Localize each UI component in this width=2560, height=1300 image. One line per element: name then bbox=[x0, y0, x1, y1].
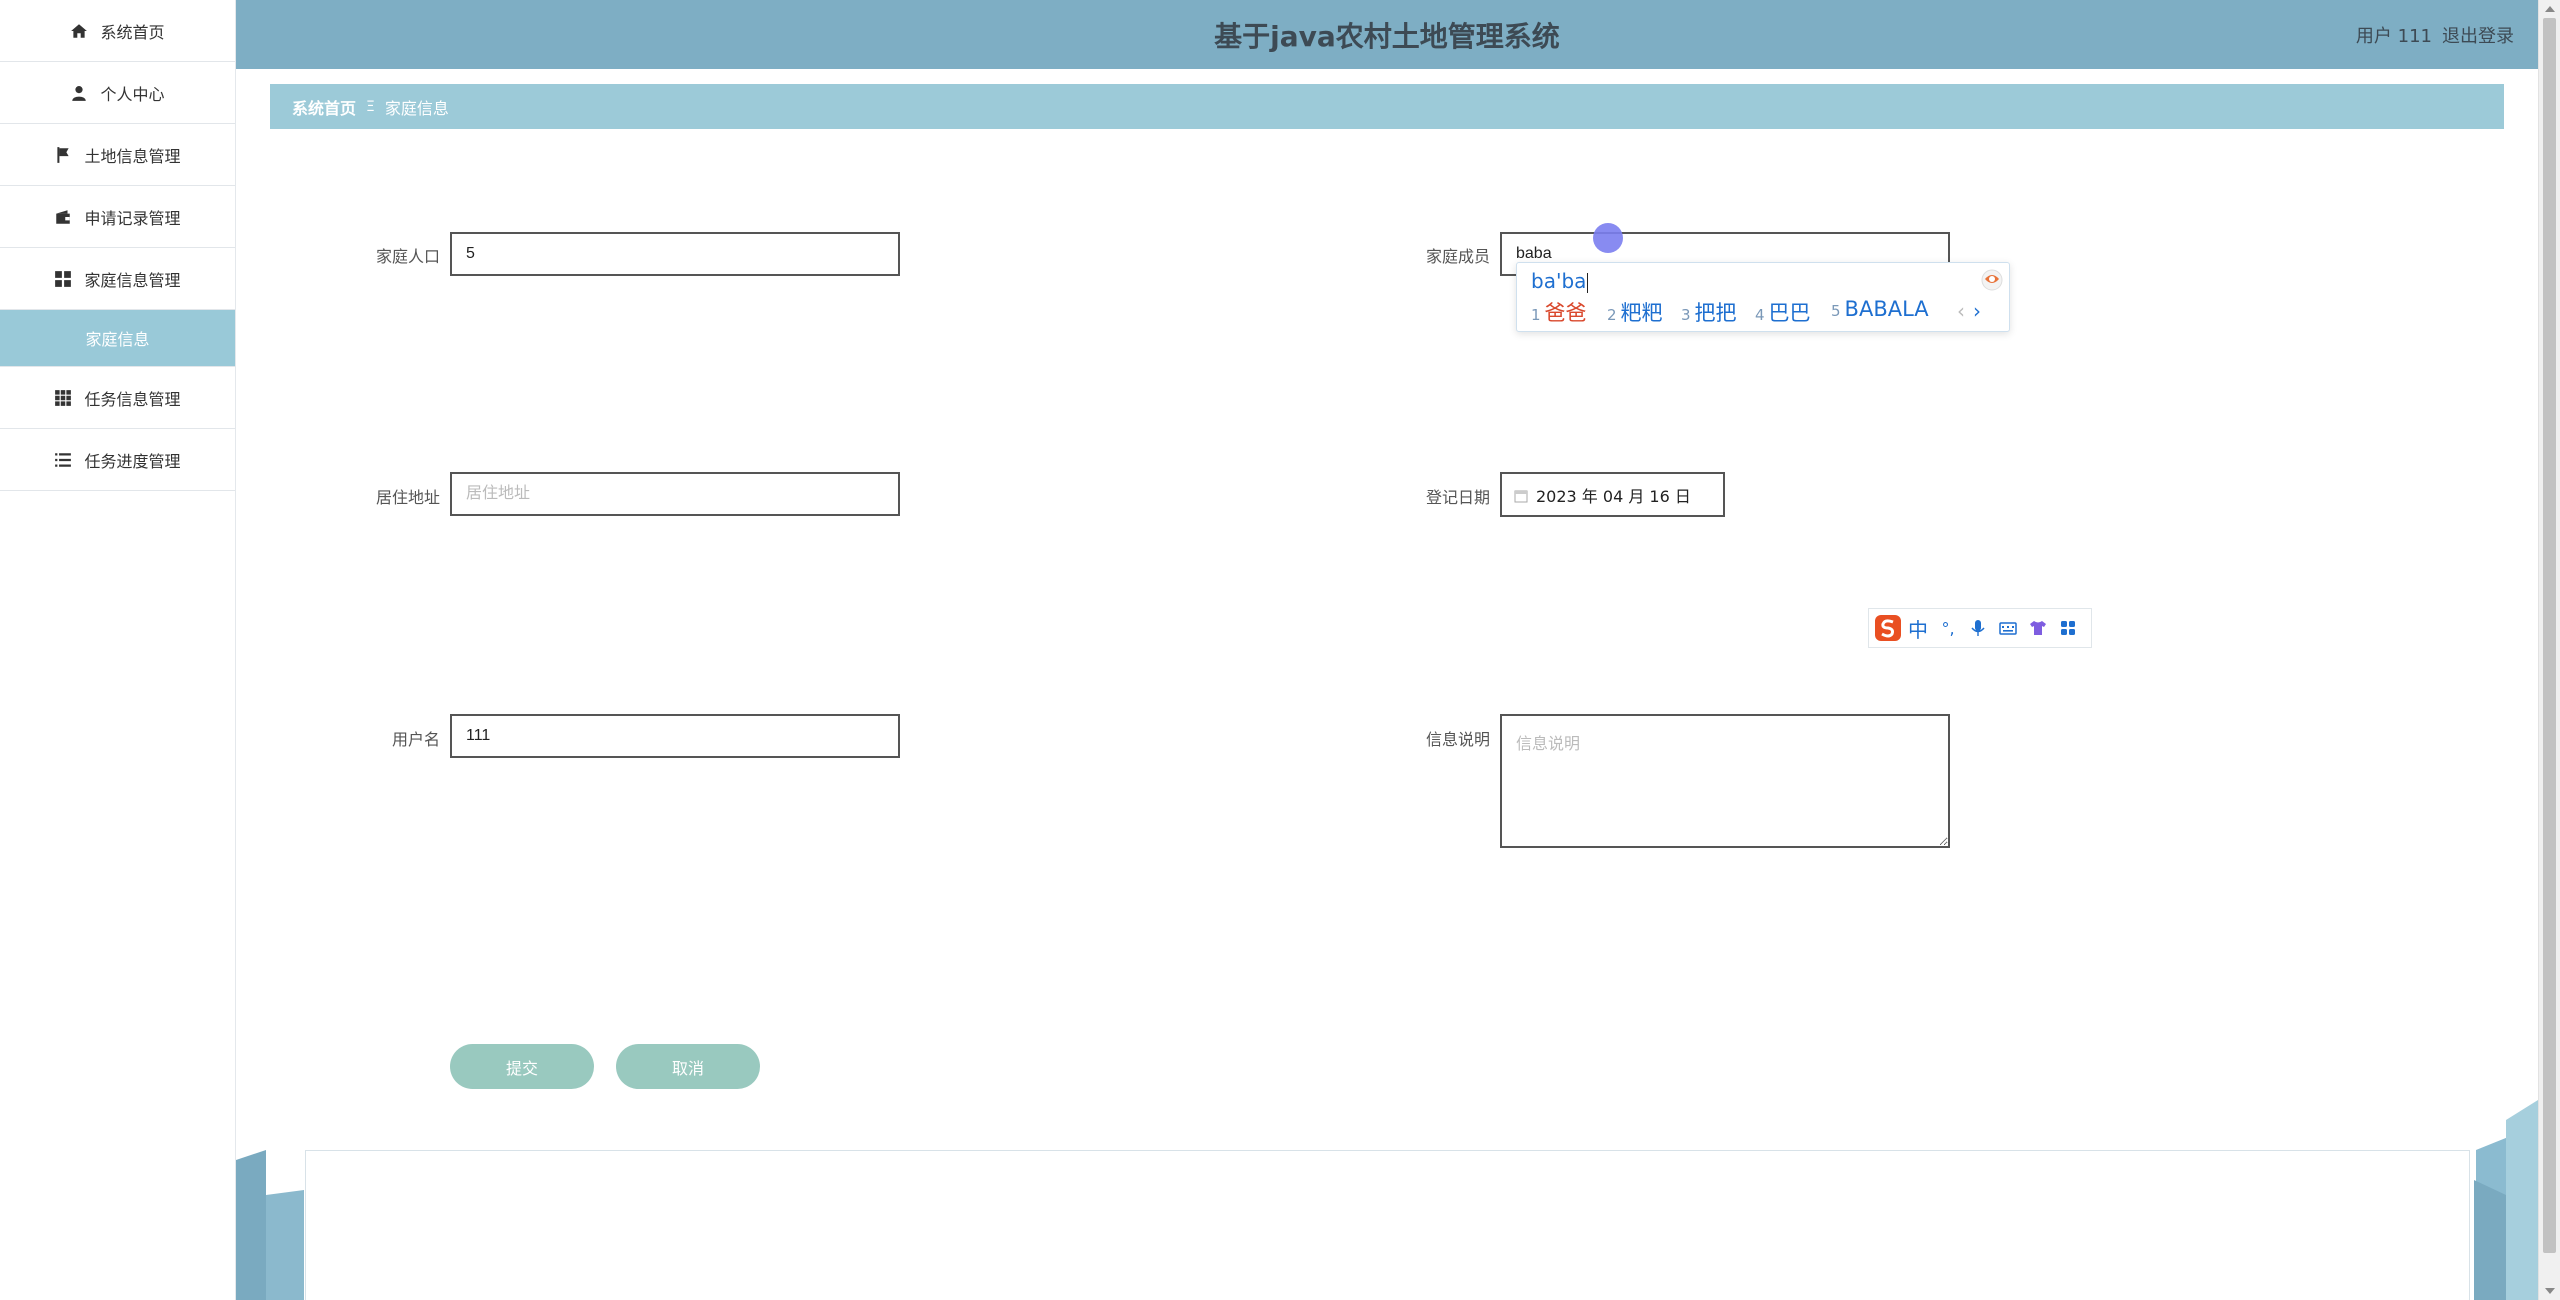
calendar-icon bbox=[1514, 488, 1528, 502]
breadcrumb-separator: Ξ bbox=[366, 98, 375, 115]
toolbox-icon[interactable] bbox=[2053, 613, 2083, 643]
logout-link[interactable]: 退出登录 bbox=[2442, 22, 2514, 48]
sidebar-item-label: 任务进度管理 bbox=[84, 451, 181, 471]
keyboard-icon[interactable] bbox=[1993, 613, 2023, 643]
skin-shirt-icon[interactable] bbox=[2023, 613, 2053, 643]
submit-button[interactable]: 提交 bbox=[450, 1044, 594, 1089]
sidebar-item-label: 土地信息管理 bbox=[84, 146, 181, 166]
sidebar-item-label: 个人中心 bbox=[100, 84, 165, 104]
sidebar-item-family[interactable]: 家庭信息管理 bbox=[0, 248, 235, 310]
list-icon bbox=[54, 451, 72, 469]
population-input[interactable] bbox=[450, 232, 900, 276]
ime-candidate[interactable]: 1 爸爸 bbox=[1531, 297, 1587, 327]
breadcrumb: 系统首页 Ξ 家庭信息 bbox=[270, 84, 2504, 129]
grid-icon bbox=[54, 270, 72, 288]
ime-candidate-popup: ba'ba 1 爸爸 2 粑粑 3 把把 4 巴巴 5 BABALA ‹ › bbox=[1516, 262, 2010, 332]
sidebar-item-applications[interactable]: 申请记录管理 bbox=[0, 186, 235, 248]
ime-page-arrows: ‹ › bbox=[1957, 299, 1981, 323]
sidebar: 系统首页 个人中心 土地信息管理 申请记录管理 家庭信息管理 家庭信息 任务信息… bbox=[0, 0, 236, 1300]
breadcrumb-home[interactable]: 系统首页 bbox=[292, 95, 356, 119]
ime-candidate-text: 把把 bbox=[1694, 301, 1737, 325]
sidebar-item-home[interactable]: 系统首页 bbox=[0, 0, 235, 62]
ime-candidate-number: 2 bbox=[1607, 306, 1617, 324]
ime-candidate-number: 4 bbox=[1755, 306, 1765, 324]
breadcrumb-current: 家庭信息 bbox=[384, 98, 449, 118]
top-header: 基于java农村土地管理系统 用户 111 退出登录 bbox=[236, 0, 2538, 69]
description-label: 信息说明 bbox=[1425, 730, 1490, 749]
sidebar-item-profile[interactable]: 个人中心 bbox=[0, 62, 235, 124]
text-caret bbox=[1587, 272, 1589, 293]
description-textarea[interactable] bbox=[1500, 714, 1950, 848]
ime-candidate-text: 巴巴 bbox=[1768, 301, 1811, 325]
ime-skin-icon[interactable] bbox=[1981, 269, 2003, 291]
wallet-icon bbox=[54, 208, 72, 226]
home-icon bbox=[70, 22, 88, 40]
sidebar-subitem-family-info[interactable]: 家庭信息 bbox=[0, 310, 235, 367]
username-input[interactable] bbox=[450, 714, 900, 758]
content-panel-bottom bbox=[305, 1150, 2470, 1300]
ime-candidate-number: 3 bbox=[1681, 306, 1691, 324]
ime-candidate[interactable]: 4 巴巴 bbox=[1755, 297, 1811, 327]
flag-icon bbox=[54, 146, 72, 164]
ime-candidate-text: 粑粑 bbox=[1620, 301, 1663, 325]
scroll-down-arrow[interactable] bbox=[2545, 1288, 2555, 1294]
ime-candidate[interactable]: 5 BABALA bbox=[1831, 297, 1929, 321]
header-user-area: 用户 111 退出登录 bbox=[2346, 0, 2514, 69]
ime-candidate-text: 爸爸 bbox=[1544, 301, 1587, 325]
ime-punctuation-button[interactable]: °, bbox=[1933, 613, 1963, 643]
population-label: 家庭人口 bbox=[375, 247, 440, 266]
sidebar-item-label: 任务信息管理 bbox=[84, 389, 181, 409]
ime-candidate-number: 1 bbox=[1531, 306, 1541, 324]
ime-candidate-text: BABALA bbox=[1844, 297, 1929, 321]
sidebar-item-label: 申请记录管理 bbox=[84, 208, 181, 228]
ime-toolbar: 中 °, bbox=[1868, 608, 2092, 648]
reg-date-label: 登记日期 bbox=[1425, 488, 1490, 507]
address-input[interactable] bbox=[450, 472, 900, 516]
ime-composition-text: ba'ba bbox=[1531, 269, 1587, 293]
sidebar-item-progress[interactable]: 任务进度管理 bbox=[0, 429, 235, 491]
sidebar-item-land[interactable]: 土地信息管理 bbox=[0, 124, 235, 186]
sogou-logo-icon[interactable] bbox=[1873, 613, 1903, 643]
microphone-icon[interactable] bbox=[1963, 613, 1993, 643]
app-title: 基于java农村土地管理系统 bbox=[1214, 19, 1560, 53]
ime-candidate[interactable]: 2 粑粑 bbox=[1607, 297, 1663, 327]
reg-date-value: 2023 年 04 月 16 日 bbox=[1536, 486, 1691, 506]
ime-next-page-button[interactable]: › bbox=[1973, 299, 1981, 323]
ime-prev-page-button[interactable]: ‹ bbox=[1957, 299, 1965, 323]
sidebar-item-tasks[interactable]: 任务信息管理 bbox=[0, 367, 235, 429]
ime-chinese-mode-button[interactable]: 中 bbox=[1903, 613, 1933, 643]
username-label: 用户名 bbox=[391, 730, 440, 749]
scroll-up-arrow[interactable] bbox=[2545, 6, 2555, 12]
user-label: 用户 111 bbox=[2355, 25, 2432, 47]
ime-candidate[interactable]: 3 把把 bbox=[1681, 297, 1737, 327]
apps-icon bbox=[54, 389, 72, 407]
cancel-button[interactable]: 取消 bbox=[616, 1044, 760, 1089]
user-icon bbox=[70, 84, 88, 102]
page-scrollbar[interactable] bbox=[2538, 0, 2560, 1300]
reg-date-picker[interactable]: 2023 年 04 月 16 日 bbox=[1500, 472, 1725, 517]
ime-candidate-number: 5 bbox=[1831, 302, 1841, 320]
sidebar-item-label: 家庭信息管理 bbox=[84, 270, 181, 290]
cursor-indicator bbox=[1593, 223, 1623, 253]
address-label: 居住地址 bbox=[375, 488, 440, 507]
members-label: 家庭成员 bbox=[1425, 247, 1490, 266]
sidebar-item-label: 系统首页 bbox=[100, 22, 165, 42]
scroll-thumb[interactable] bbox=[2543, 18, 2556, 1253]
ime-composition: ba'ba bbox=[1531, 269, 1589, 293]
